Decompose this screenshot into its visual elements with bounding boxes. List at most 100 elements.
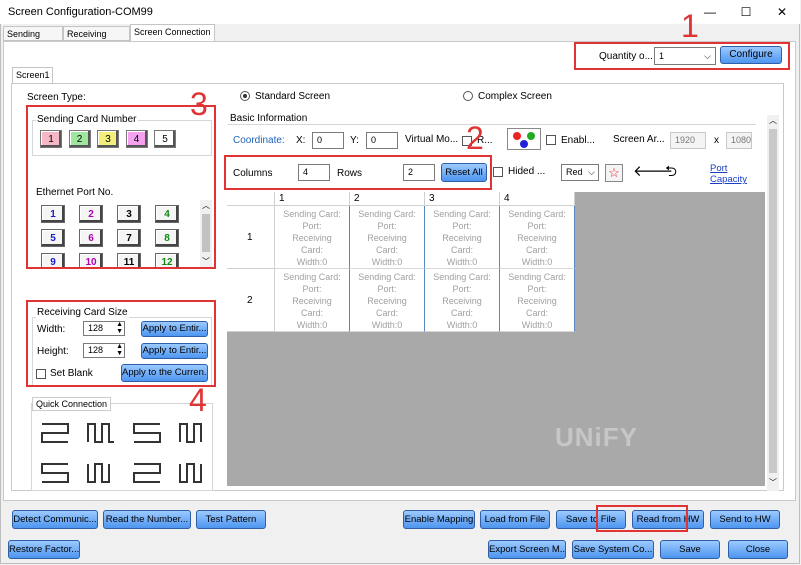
- grid-cell-line: Receiving: [517, 296, 557, 306]
- grid-cell-line: Card:: [450, 308, 473, 318]
- grid-cell-line: Width:0: [371, 257, 403, 267]
- grid-cell-line: Port:: [302, 284, 322, 294]
- y-input[interactable]: 0: [366, 132, 398, 149]
- grid-cell[interactable]: Sending Card: Port: Receiving Card: Width:0: [425, 206, 500, 269]
- grid-cell[interactable]: Sending Card: Port: Receiving Card: Width:0: [350, 206, 425, 269]
- tab-sending-card[interactable]: Sending Card: [3, 26, 63, 54]
- grid-row-header: 2: [227, 269, 275, 332]
- grid-cell[interactable]: Sending Card: Port: Receiving Card: Width:0: [500, 206, 575, 269]
- color-select[interactable]: Red ⌵: [561, 164, 599, 181]
- complex-screen-label: Complex Screen: [478, 91, 552, 102]
- grid-cell-line: Receiving: [367, 296, 407, 306]
- undo-icon[interactable]: ⮌: [660, 162, 682, 183]
- pattern-snake-vertical-reverse-icon[interactable]: [179, 423, 202, 443]
- send-to-hw-button[interactable]: Send to HW: [710, 510, 780, 529]
- load-from-file-button[interactable]: Load from File: [480, 510, 550, 529]
- maximize-icon[interactable]: ☐: [728, 0, 764, 24]
- grid-cell-line: Port:: [527, 221, 547, 231]
- grid-cell-line: Receiving: [292, 296, 332, 306]
- pattern-snake-vertical-icon[interactable]: [87, 423, 114, 443]
- close-button[interactable]: Close: [728, 540, 788, 559]
- pattern-snake-vertical-2-icon[interactable]: [87, 463, 110, 483]
- grid-cell-line: Port:: [302, 221, 322, 231]
- quick-connection-title: Quick Connection: [32, 397, 112, 411]
- tab-screen1[interactable]: Screen1: [12, 67, 53, 84]
- hided-checkbox[interactable]: [493, 167, 503, 177]
- grid-cell-line: Receiving: [442, 233, 482, 243]
- coordinate-label: Coordinate:: [233, 135, 285, 146]
- grid-cell[interactable]: Sending Card: Port: Receiving Card: Width:0: [350, 269, 425, 332]
- grid-cell-line: Width:0: [371, 320, 403, 330]
- title-bar: Screen Configuration-COM99 — ☐ ✕: [0, 0, 800, 24]
- grid-cell-line: Receiving: [292, 233, 332, 243]
- complex-screen-radio[interactable]: [463, 91, 473, 101]
- grid-cell[interactable]: Sending Card: Port: Receiving Card: Width:0: [425, 269, 500, 332]
- grid-cell-line: Sending Card:: [358, 272, 416, 282]
- arrow-left-icon[interactable]: 🡐: [633, 162, 673, 183]
- grid-cell-line: Width:0: [521, 320, 553, 330]
- test-pattern-button[interactable]: Test Pattern: [196, 510, 266, 529]
- grid-cell-line: Card:: [525, 245, 548, 255]
- grid-cell-line: Port:: [377, 221, 397, 231]
- grid-cell-line: Card:: [450, 245, 473, 255]
- x-input[interactable]: 0: [312, 132, 344, 149]
- grid-cell[interactable]: Sending Card: Port: Receiving Card: Width:0: [500, 269, 575, 332]
- grid-corner: [227, 192, 275, 206]
- standard-screen-label: Standard Screen: [255, 91, 331, 102]
- grid-cell-line: Receiving: [367, 233, 407, 243]
- enable-checkbox[interactable]: [546, 135, 556, 145]
- tab-screen-connection[interactable]: Screen Connection: [130, 24, 215, 42]
- grid-cell-line: Sending Card:: [508, 272, 566, 282]
- main-scrollbar[interactable]: ︿ ﹀: [767, 115, 779, 491]
- pattern-snake-horizontal-3-icon[interactable]: [133, 463, 161, 483]
- grid-cell-line: Port:: [527, 284, 547, 294]
- grid-cell-line: Port:: [377, 284, 397, 294]
- grid-cell-line: Sending Card:: [508, 209, 566, 219]
- annotation-box-3: [26, 105, 216, 269]
- pattern-snake-horizontal-2-icon[interactable]: [41, 463, 69, 483]
- grid-cell[interactable]: Sending Card: Port: Receiving Card: Width:0: [275, 206, 350, 269]
- grid-cell-line: Card:: [375, 308, 398, 318]
- annotation-number-4: 4: [189, 382, 207, 418]
- grid-cell-line: Width:0: [296, 257, 328, 267]
- grid-cell[interactable]: Sending Card: Port: Receiving Card: Width:0: [275, 269, 350, 332]
- grid-column-header: 1: [275, 192, 350, 206]
- tab-receiving-card[interactable]: Receiving Card: [63, 26, 130, 54]
- star-icon[interactable]: ☆: [605, 164, 623, 182]
- export-screen-button[interactable]: Export Screen M...: [488, 540, 566, 559]
- color-select-value: Red: [566, 167, 583, 177]
- scroll-thumb[interactable]: [769, 129, 777, 473]
- unify-watermark: UNiFY: [555, 422, 638, 452]
- save-system-config-button[interactable]: Save System Co...: [572, 540, 654, 559]
- restore-factory-button[interactable]: Restore Factor...: [8, 540, 80, 559]
- screen-area-width[interactable]: 1920: [670, 132, 706, 149]
- grid-column-header: 2: [350, 192, 425, 206]
- grid-cell-line: Sending Card:: [358, 209, 416, 219]
- quick-connection-patterns: [41, 423, 202, 483]
- save-button[interactable]: Save: [660, 540, 720, 559]
- pattern-snake-horizontal-reverse-icon[interactable]: [133, 423, 161, 443]
- port-capacity-link-line1[interactable]: Port: [710, 163, 727, 174]
- rgb-pixel-icon[interactable]: [507, 128, 541, 150]
- grid-cell-line: Port:: [452, 284, 472, 294]
- grid-cell-line: Port:: [452, 221, 472, 231]
- grid-cell-line: Width:0: [446, 320, 478, 330]
- scroll-down-icon[interactable]: ﹀: [769, 477, 777, 488]
- enable-mapping-button[interactable]: Enable Mapping: [403, 510, 475, 529]
- pattern-snake-horizontal-icon[interactable]: [41, 423, 69, 443]
- port-capacity-link-line2[interactable]: Capacity: [710, 174, 747, 185]
- screen-area-height[interactable]: 1080: [726, 132, 752, 149]
- grid-cell-line: Card:: [525, 308, 548, 318]
- standard-screen-radio[interactable]: [240, 91, 250, 101]
- detect-communication-button[interactable]: Detect Communic...: [12, 510, 98, 529]
- grid-cell-line: Sending Card:: [433, 209, 491, 219]
- grid-cell-line: Sending Card:: [433, 272, 491, 282]
- pattern-snake-vertical-3-icon[interactable]: [179, 463, 202, 483]
- y-label: Y:: [350, 135, 359, 146]
- hided-label: Hided ...: [508, 166, 546, 177]
- read-number-button[interactable]: Read the Number...: [103, 510, 191, 529]
- grid-cell-line: Card:: [375, 245, 398, 255]
- close-icon[interactable]: ✕: [764, 0, 800, 24]
- enable-label: Enabl...: [561, 135, 595, 146]
- scroll-up-icon[interactable]: ︿: [769, 115, 777, 126]
